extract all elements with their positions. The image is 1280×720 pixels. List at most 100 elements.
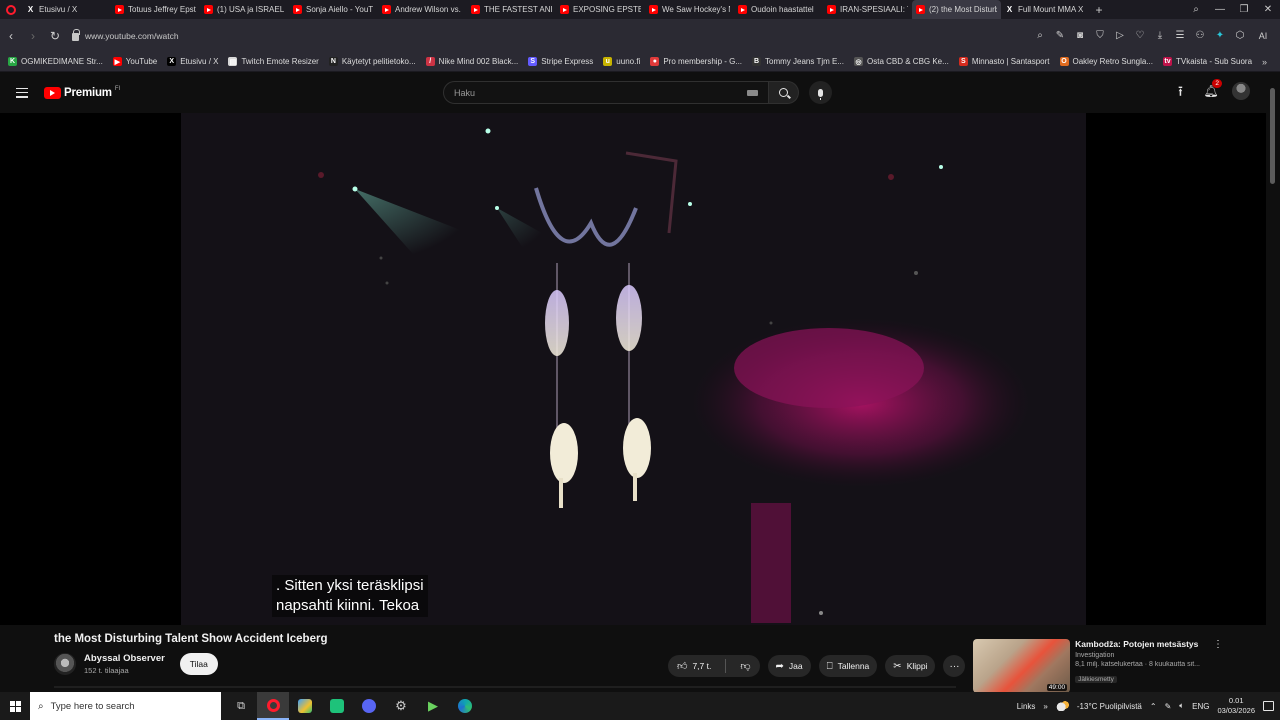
task-view-icon[interactable]: ⧉ bbox=[225, 692, 257, 720]
page-scrollbar[interactable] bbox=[1270, 88, 1275, 184]
bookmarks-overflow-icon[interactable]: » bbox=[1262, 57, 1267, 67]
discord-taskbar-icon[interactable] bbox=[353, 692, 385, 720]
chevron-icon[interactable]: » bbox=[1043, 702, 1047, 711]
heart-icon[interactable]: ♡ bbox=[1130, 30, 1150, 41]
bookmark-item[interactable]: N Käytetyt pelitietoko... bbox=[328, 57, 416, 66]
search-tabs-icon[interactable]: ⌕ bbox=[1184, 4, 1208, 15]
save-button[interactable]: ⎕ Tallenna bbox=[818, 655, 878, 677]
bookmark-item[interactable]: S Stripe Express bbox=[528, 57, 593, 66]
browser-tab[interactable]: THE FASTEST ANIM bbox=[467, 0, 556, 19]
new-tab-button[interactable]: + bbox=[1090, 3, 1108, 17]
url-text[interactable]: www.youtube.com/watch bbox=[85, 31, 179, 41]
channel-name[interactable]: Abyssal Observer bbox=[84, 653, 165, 664]
opera-logo-icon[interactable] bbox=[0, 0, 22, 19]
clip-button[interactable]: ✂ Klippi bbox=[885, 655, 936, 677]
network-icon[interactable]: ✎ bbox=[1165, 702, 1172, 711]
weather-icon[interactable] bbox=[1055, 701, 1069, 711]
close-window-button[interactable]: ✕ bbox=[1256, 4, 1280, 15]
bookmark-item[interactable]: / Nike Mind 002 Black... bbox=[425, 57, 518, 66]
browser-tab[interactable]: We Saw Hockey's N bbox=[645, 0, 734, 19]
browser-tab[interactable]: X Full Mount MMA X bbox=[1001, 0, 1090, 19]
cube-icon[interactable]: ⬡ bbox=[1230, 30, 1250, 41]
browser-tab[interactable]: (2) the Most Disturbin bbox=[912, 0, 1001, 19]
edit-icon[interactable]: ✎ bbox=[1050, 30, 1070, 41]
bookmark-favicon-icon: N bbox=[328, 57, 338, 66]
keyboard-icon[interactable] bbox=[747, 90, 758, 96]
bookmark-item[interactable]: u uuno.fi bbox=[603, 57, 640, 66]
search-button[interactable] bbox=[769, 81, 799, 104]
browser-tab[interactable]: Oudoin haastattel bbox=[734, 0, 823, 19]
video-player[interactable]: . Sitten yksi teräsklipsi napsahti kiinn… bbox=[0, 113, 1266, 625]
upload-icon[interactable] bbox=[1178, 81, 1190, 105]
download-icon[interactable]: ⤓ bbox=[1150, 30, 1170, 41]
bookmark-item[interactable]: ▤ Twitch Emote Resizer bbox=[228, 57, 319, 66]
hamburger-menu-icon[interactable] bbox=[16, 87, 28, 98]
tray-overflow-icon[interactable]: ⌃ bbox=[1150, 702, 1157, 711]
bookmark-item[interactable]: ▶ YouTube bbox=[112, 57, 157, 66]
edge-taskbar-icon[interactable] bbox=[449, 692, 481, 720]
menu-icon[interactable]: ☰ bbox=[1170, 30, 1190, 41]
minimize-button[interactable]: — bbox=[1208, 4, 1232, 15]
bookmark-item[interactable]: K OGMIKEDIMANE Str... bbox=[8, 57, 103, 66]
gear-taskbar-icon[interactable]: ⚙ bbox=[385, 692, 417, 720]
back-button[interactable]: ‹ bbox=[0, 29, 22, 43]
restore-button[interactable]: ❐ bbox=[1232, 4, 1256, 15]
recommended-thumbnail[interactable]: 49:00 bbox=[973, 639, 1071, 693]
start-button[interactable] bbox=[0, 692, 30, 720]
links-toolbar[interactable]: Links bbox=[1017, 702, 1036, 711]
browser-tab[interactable]: (1) USA ja ISRAEL T bbox=[200, 0, 289, 19]
youtube-logo[interactable]: Premium FI bbox=[44, 86, 120, 99]
bookmark-item[interactable]: tv TVkaista - Sub Suora bbox=[1162, 57, 1252, 66]
more-actions-button[interactable]: ··· bbox=[943, 655, 966, 677]
channel-avatar[interactable] bbox=[54, 653, 76, 675]
share-button[interactable]: ➦ Jaa bbox=[767, 655, 811, 677]
profile-icon[interactable]: ⚇ bbox=[1190, 30, 1210, 41]
bookmark-item[interactable]: B Tommy Jeans Tjm E... bbox=[752, 57, 844, 66]
shield-icon[interactable]: ⛉ bbox=[1090, 30, 1110, 41]
camera-icon[interactable]: ◙ bbox=[1070, 30, 1090, 41]
bookmark-item[interactable]: ◎ Osta CBD & CBG Ke... bbox=[854, 57, 949, 66]
like-button[interactable]: 👍︎ 7,7 t. bbox=[668, 655, 720, 677]
voice-search-button[interactable] bbox=[809, 81, 832, 104]
tab-label: EXPOSING EPSTEIN bbox=[573, 5, 641, 14]
store-taskbar-icon[interactable]: ▶ bbox=[417, 692, 449, 720]
ai-button[interactable]: AI bbox=[1250, 31, 1276, 41]
recommended-channel[interactable]: Investigation bbox=[1075, 652, 1211, 659]
browser-tab[interactable]: Totuus Jeffrey Epste bbox=[111, 0, 200, 19]
browser-tab[interactable]: X Etusivu / X bbox=[22, 0, 111, 19]
volume-icon[interactable]: 🔈︎ bbox=[1179, 701, 1184, 711]
reload-button[interactable]: ↻ bbox=[44, 29, 66, 43]
play-icon[interactable]: ▷ bbox=[1110, 30, 1130, 41]
url-field[interactable]: www.youtube.com/watch bbox=[72, 29, 179, 41]
browser-tab[interactable]: IRAN-SPESIAALI: Tr bbox=[823, 0, 912, 19]
language-indicator[interactable]: ENG bbox=[1192, 702, 1209, 711]
bookmark-item[interactable]: ● Pro membership - G... bbox=[650, 57, 742, 66]
bookmark-label: uuno.fi bbox=[616, 57, 641, 66]
bookmark-item[interactable]: S Minnasto | Santasport bbox=[958, 57, 1050, 66]
bookmark-item[interactable]: O Oakley Retro Sungla... bbox=[1059, 57, 1153, 66]
weather-text[interactable]: -13°C Puolipilvistä bbox=[1077, 702, 1142, 711]
notification-center-icon[interactable] bbox=[1263, 701, 1274, 711]
recommended-title[interactable]: Kambodža: Potojen metsästys bbox=[1075, 639, 1211, 649]
dislike-button[interactable]: 👎︎ bbox=[731, 655, 759, 677]
kebab-menu-icon[interactable]: ⋮ bbox=[1213, 639, 1223, 693]
taskbar-search[interactable]: ⌕ Type here to search bbox=[30, 692, 221, 720]
search-input[interactable]: Haku bbox=[443, 81, 769, 104]
browser-tab[interactable]: Andrew Wilson vs. bbox=[378, 0, 467, 19]
subscribe-button[interactable]: Tilaa bbox=[179, 653, 218, 675]
bookmark-item[interactable]: X Etusivu / X bbox=[167, 57, 218, 66]
forward-button[interactable]: › bbox=[22, 29, 44, 43]
notifications-button[interactable]: 🔔︎ 2 bbox=[1202, 79, 1222, 100]
chat-taskbar-icon[interactable] bbox=[321, 692, 353, 720]
tab-label: Etusivu / X bbox=[39, 5, 78, 14]
opera-taskbar-icon[interactable] bbox=[257, 692, 289, 720]
avatar[interactable] bbox=[1232, 82, 1250, 100]
recommended-video[interactable]: 49:00 Kambodža: Potojen metsästys Invest… bbox=[973, 639, 1223, 693]
browser-tab[interactable]: EXPOSING EPSTEIN bbox=[556, 0, 645, 19]
find-icon[interactable]: ⌕ bbox=[1030, 30, 1050, 41]
browser-tab[interactable]: Sonja Aiello - YouT bbox=[289, 0, 378, 19]
video-frame[interactable] bbox=[181, 113, 1086, 625]
photos-taskbar-icon[interactable] bbox=[289, 692, 321, 720]
extension-icon[interactable]: ✦ bbox=[1210, 30, 1230, 41]
clock[interactable]: 0.01 03/03/2026 bbox=[1217, 696, 1255, 716]
